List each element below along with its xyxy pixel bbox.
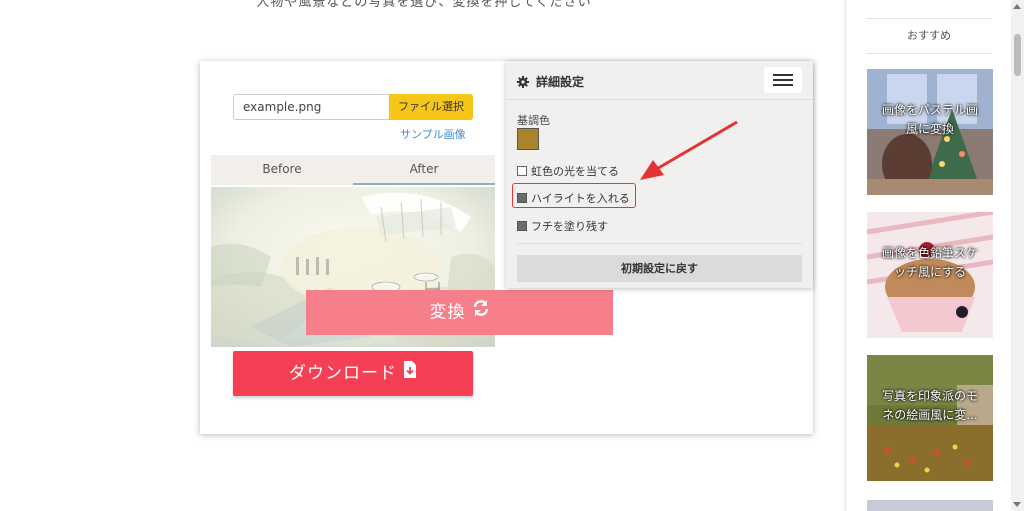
- convert-button[interactable]: 変換: [306, 290, 613, 335]
- tab-after[interactable]: After: [353, 155, 495, 185]
- option-label: ハイライトを入れる: [531, 192, 630, 205]
- option-label: 虹色の光を当てる: [531, 165, 619, 178]
- scrollbar-thumb[interactable]: [1014, 34, 1021, 76]
- scroll-up-arrow-icon[interactable]: [1013, 4, 1021, 9]
- checkbox-checked[interactable]: [517, 193, 527, 203]
- recommended-item-label: 画像をパステル画風に変換: [881, 103, 978, 136]
- preview-tabs: Before After: [211, 155, 495, 185]
- gear-icon: [517, 73, 529, 92]
- recommended-item-label: 画像を色鉛筆スケッチ風にする: [881, 246, 978, 279]
- download-button[interactable]: ダウンロード: [233, 351, 473, 396]
- menu-line-icon: [773, 84, 793, 86]
- menu-line-icon: [773, 79, 793, 81]
- recommended-item-monet[interactable]: 写真を印象派のモネの絵画風に変...: [867, 355, 993, 481]
- sidebar: おすすめ 画像をパステル画風に変換 画像を色鉛筆スケッチ風にする 写真を印象派の…: [845, 0, 1012, 511]
- option-label: フチを塗り残す: [531, 220, 608, 233]
- file-input[interactable]: example.png ファイル選択: [233, 94, 473, 120]
- advanced-settings-panel: 詳細設定 基調色 虹色の光を当てる ハイライトを入れる フチを塗り残す 初期設定…: [506, 61, 813, 288]
- reset-defaults-button[interactable]: 初期設定に戻す: [517, 255, 802, 282]
- refresh-icon: [472, 290, 490, 335]
- recommended-item-label: 写真を印象派のモネの絵画風に変...: [881, 389, 978, 422]
- convert-label: 変換: [429, 302, 466, 323]
- settings-toggle-button[interactable]: [764, 67, 802, 93]
- scrollbar[interactable]: [1011, 0, 1024, 511]
- recommended-item-pencil-sketch[interactable]: 画像を色鉛筆スケッチ風にする: [867, 212, 993, 338]
- file-name: example.png: [243, 100, 322, 114]
- option-rainbow-light[interactable]: 虹色の光を当てる: [517, 163, 619, 179]
- checkbox-checked[interactable]: [517, 221, 527, 231]
- scroll-down-arrow-icon[interactable]: [1013, 502, 1021, 507]
- recommended-item-partial[interactable]: [867, 498, 993, 511]
- settings-title: 詳細設定: [536, 75, 585, 89]
- divider: [517, 243, 802, 244]
- recommended-heading: おすすめ: [866, 18, 992, 54]
- tab-before[interactable]: Before: [211, 155, 353, 185]
- menu-line-icon: [773, 74, 793, 76]
- base-color-label: 基調色: [517, 114, 550, 127]
- option-leave-edges[interactable]: フチを塗り残す: [517, 218, 608, 234]
- instruction-text: 人物や風景などの写真を選び、変換を押してください: [256, 0, 592, 10]
- sample-image-link[interactable]: サンプル画像: [400, 126, 466, 142]
- checkbox-unchecked[interactable]: [517, 166, 527, 176]
- base-color-swatch[interactable]: [517, 128, 539, 150]
- recommended-item-pastel[interactable]: 画像をパステル画風に変換: [867, 69, 993, 195]
- option-add-highlight[interactable]: ハイライトを入れる: [517, 190, 630, 206]
- choose-file-button[interactable]: ファイル選択: [389, 94, 473, 120]
- download-file-icon: [403, 351, 417, 396]
- download-label: ダウンロード: [289, 363, 397, 384]
- settings-header: 詳細設定: [506, 61, 813, 100]
